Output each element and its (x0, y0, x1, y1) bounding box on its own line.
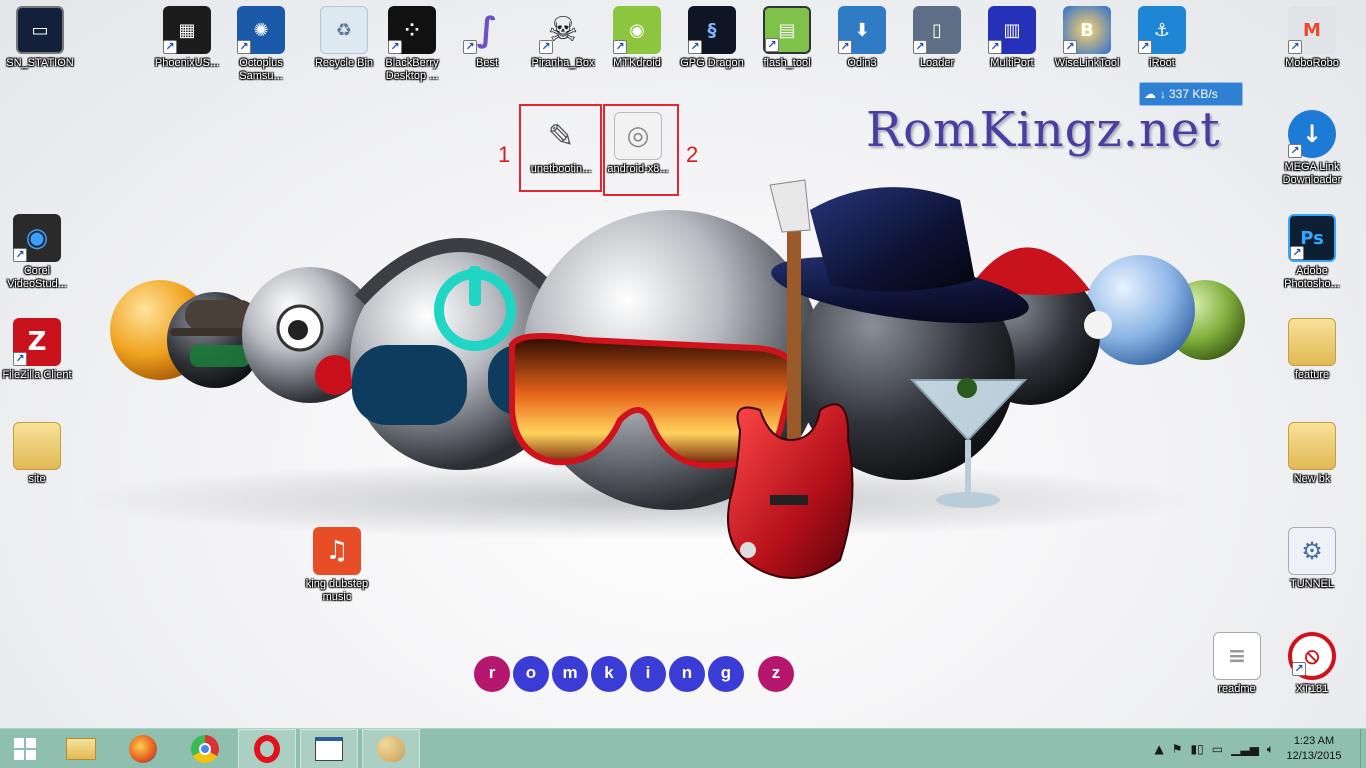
folder-icon (1288, 422, 1336, 470)
desktop-icon-piranha-box[interactable]: ☠ ↗ Piranha_Box (523, 6, 603, 70)
desktop-icon-phoenixusb[interactable]: ▦ ↗ PhoenixUS... (147, 6, 227, 70)
computer-terminal-icon: ▭ (16, 6, 64, 54)
letter-dot: r (474, 656, 510, 692)
desktop-icon-adobe-photoshop[interactable]: Ps ↗ Adobe Photosho... (1272, 214, 1352, 291)
desktop-icon-gpg-dragon[interactable]: § ↗ GPG Dragon (672, 6, 752, 70)
desktop-icon-blackberry[interactable]: ⁘ ↗ BlackBerry Desktop ... (372, 6, 452, 83)
volume-icon[interactable]: 🔈︎ (1267, 742, 1274, 757)
start-button[interactable] (0, 729, 50, 768)
gear-icon: ⚙ (1288, 527, 1336, 575)
shield-icon: B ↗ (1063, 6, 1111, 54)
android-icon: ◉ ↗ (613, 6, 661, 54)
taskbar-firefox[interactable] (114, 729, 172, 768)
letter-dot: i (630, 656, 666, 692)
desktop-icon-sn-station[interactable]: ▭ SN_STATION (0, 6, 80, 70)
desktop-icon-readme[interactable]: ≡ readme (1197, 632, 1277, 696)
paint-palette-icon (377, 736, 405, 762)
desktop-icon-flash-tool[interactable]: ▤ ↗ flash_tool (747, 6, 827, 70)
disc-image-icon: ◎ (614, 112, 662, 160)
folder-icon (13, 422, 61, 470)
desktop-icon-site[interactable]: site (0, 422, 77, 486)
letter-dot: o (513, 656, 549, 692)
desktop-icon-corel-videostudio[interactable]: ◉ ↗ Corel VideoStud... (0, 214, 77, 291)
system-tray: ▲ ⚑ ▮▯ ▭ ▁▃▅ 🔈︎ 1:23 AM 12/13/2015 (1151, 729, 1366, 768)
taskbar-file-explorer[interactable] (52, 729, 110, 768)
usb-drive-icon: ✎ (547, 117, 575, 155)
building-icon: ▥ ↗ (988, 6, 1036, 54)
taskbar-notepad-window[interactable] (300, 729, 358, 768)
firefox-icon (129, 735, 157, 763)
letter-dot: g (708, 656, 744, 692)
skull-icon: ☠ ↗ (539, 6, 587, 54)
desktop-icon-feature[interactable]: feature (1272, 318, 1352, 382)
octopus-icon: ✺ ↗ (237, 6, 285, 54)
taskbar-paint[interactable] (362, 729, 420, 768)
taskbar-clock[interactable]: 1:23 AM 12/13/2015 (1278, 734, 1350, 764)
letter-dot: n (669, 656, 705, 692)
network-speed-widget[interactable]: ☁ ↓ 337 KB/s (1139, 82, 1243, 106)
desktop-icon-tunnel[interactable]: ⚙ TUNNEL (1272, 527, 1352, 591)
desktop-icon-octoplus[interactable]: ✺ ↗ Octoplus Samsu... (221, 6, 301, 83)
anchor-icon: ⚓ ↗ (1138, 6, 1186, 54)
camera-icon: ◉ ↗ (13, 214, 61, 262)
speed-value: 337 KB/s (1169, 87, 1218, 101)
clock-date: 12/13/2015 (1286, 750, 1342, 762)
folder-icon (1288, 318, 1336, 366)
download-arrow-icon: ↓ (1160, 87, 1166, 101)
desktop-icon-best[interactable]: ∫ ↗ Best (447, 6, 527, 70)
letter-dot: k (591, 656, 627, 692)
taskbar-chrome[interactable] (176, 729, 234, 768)
blackberry-icon: ⁘ ↗ (388, 6, 436, 54)
phone-icon: ▯ ↗ (913, 6, 961, 54)
desktop-icon-filezilla[interactable]: Z ↗ FileZilla Client (0, 318, 77, 382)
show-desktop-button[interactable] (1360, 729, 1366, 768)
highlight-number-1: 1 (498, 142, 511, 167)
chrome-icon (191, 735, 219, 763)
taskbar-opera[interactable] (238, 729, 296, 768)
cloud-icon: ☁ (1144, 87, 1156, 101)
show-hidden-icons-chevron-icon[interactable]: ▲ (1155, 742, 1164, 756)
desktop-icon-iroot[interactable]: ⚓ ↗ iRoot (1122, 6, 1202, 70)
chip-icon: ▦ ↗ (163, 6, 211, 54)
network-icon[interactable]: ▮▯ (1191, 742, 1204, 756)
desktop[interactable]: RomKingz.net ☁ ↓ 337 KB/s ▭ SN_STATION ▦… (0, 0, 1366, 728)
recycle-bin-icon: ♻ (320, 6, 368, 54)
desktop-icon-mega-link-downloader[interactable]: ↓ ↗ MEGA Link Downloader (1272, 110, 1352, 187)
opera-icon (254, 735, 280, 763)
text-file-icon: ≡ (1213, 632, 1261, 680)
filezilla-icon: Z ↗ (13, 318, 61, 366)
moborobo-icon: M ↗ (1288, 6, 1336, 54)
desktop-icon-moborobo[interactable]: M ↗ MoboRobo (1272, 6, 1352, 70)
download-box-icon: ⬇ ↗ (838, 6, 886, 54)
desktop-icon-android-x86[interactable]: ◎ android-x8... (598, 112, 678, 176)
desktop-icon-xt181[interactable]: ⦸ ↗ XT181 (1272, 632, 1352, 696)
folder-icon (66, 738, 96, 760)
windows-logo-icon (14, 738, 36, 760)
desktop-icon-mtkdroid[interactable]: ◉ ↗ MTKdroid (597, 6, 677, 70)
headphones-icon: ♫ (313, 527, 361, 575)
signal-strength-icon[interactable]: ▁▃▅ (1231, 742, 1259, 756)
download-circle-icon: ↓ ↗ (1288, 110, 1336, 158)
no-entry-icon: ⦸ ↗ (1288, 632, 1336, 680)
taskbar: ▲ ⚑ ▮▯ ▭ ▁▃▅ 🔈︎ 1:23 AM 12/13/2015 (0, 728, 1366, 768)
flash-tool-icon: ▤ ↗ (763, 6, 811, 54)
desktop-icon-loader[interactable]: ▯ ↗ Loader (897, 6, 977, 70)
highlight-number-2: 2 (686, 142, 699, 167)
photoshop-icon: Ps ↗ (1288, 214, 1336, 262)
letter-dot: m (552, 656, 588, 692)
desktop-icon-king-dubstep-music[interactable]: ♫ king dubstep music (297, 527, 377, 604)
dragon-icon: § ↗ (688, 6, 736, 54)
desktop-icon-unetbootin[interactable]: ✎ unetbootin... (521, 112, 601, 176)
brand-watermark: RomKingz.net (866, 102, 1221, 158)
swirl-icon: ∫ ↗ (463, 6, 511, 54)
desktop-icon-odin3[interactable]: ⬇ ↗ Odin3 (822, 6, 902, 70)
desktop-icon-multiport[interactable]: ▥ ↗ MultiPort (972, 6, 1052, 70)
desktop-icon-new-bk[interactable]: New bk (1272, 422, 1352, 486)
clock-time: 1:23 AM (1293, 735, 1335, 747)
window-icon (315, 737, 343, 761)
desktop-icon-wiselinktool[interactable]: B ↗ WiseLinkTool (1047, 6, 1127, 70)
letter-dot: z (758, 656, 794, 692)
flag-icon[interactable]: ⚑ (1172, 742, 1183, 756)
battery-icon[interactable]: ▭ (1212, 742, 1223, 756)
